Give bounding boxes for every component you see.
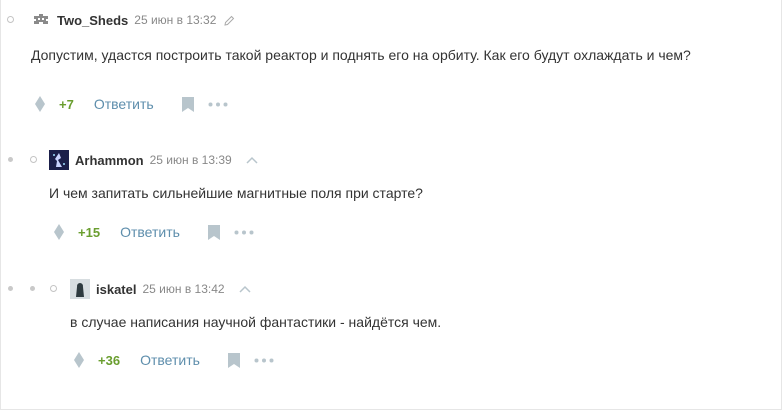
avatar[interactable] — [70, 279, 90, 299]
username[interactable]: Two_Sheds — [57, 13, 128, 28]
bookmark-icon[interactable] — [227, 352, 240, 368]
comment-time[interactable]: 25 июн в 13:32 — [134, 13, 216, 27]
thread-marker — [7, 16, 14, 23]
reply-button[interactable]: Ответить — [94, 96, 154, 112]
comment-score: +15 — [78, 224, 101, 240]
comment-header: Two_Sheds 25 июн в 13:32 — [31, 10, 235, 30]
thread-marker — [50, 285, 57, 292]
comment-time[interactable]: 25 июн в 13:39 — [150, 153, 232, 167]
more-icon[interactable] — [254, 358, 274, 363]
comment-time[interactable]: 25 июн в 13:42 — [142, 282, 224, 296]
comment-text: в случае написания научной фантастики - … — [70, 314, 442, 330]
more-icon[interactable] — [208, 102, 228, 107]
comment-footer: +36 Ответить — [74, 350, 274, 370]
comment-header: Arhammon 25 июн в 13:39 — [49, 150, 258, 170]
comment-footer: +7 Ответить — [35, 94, 228, 114]
thread-marker — [8, 157, 13, 162]
more-icon[interactable] — [234, 230, 254, 235]
chevron-up-icon[interactable] — [239, 285, 251, 293]
reply-button[interactable]: Ответить — [140, 352, 200, 368]
thread-marker — [30, 286, 35, 291]
avatar[interactable] — [31, 10, 51, 30]
comment-footer: +15 Ответить — [54, 222, 254, 242]
comment-score: +7 — [59, 96, 74, 112]
pencil-icon — [224, 15, 235, 26]
vote-icon[interactable] — [54, 224, 64, 240]
thread-marker — [30, 156, 37, 163]
bookmark-icon[interactable] — [181, 96, 194, 112]
username[interactable]: iskatel — [96, 282, 136, 297]
comment-text: И чем запитать сильнейшие магнитные поля… — [49, 185, 423, 201]
chevron-up-icon[interactable] — [246, 156, 258, 164]
vote-icon[interactable] — [35, 96, 45, 112]
vote-icon[interactable] — [74, 352, 84, 368]
reply-button[interactable]: Ответить — [120, 224, 180, 240]
avatar[interactable] — [49, 150, 69, 170]
comment-score: +36 — [98, 352, 121, 368]
comment-header: iskatel 25 июн в 13:42 — [70, 279, 251, 299]
username[interactable]: Arhammon — [75, 153, 144, 168]
comment-text: Допустим, удастся построить такой реакто… — [31, 47, 691, 63]
thread-marker — [8, 286, 13, 291]
bookmark-icon[interactable] — [207, 224, 220, 240]
